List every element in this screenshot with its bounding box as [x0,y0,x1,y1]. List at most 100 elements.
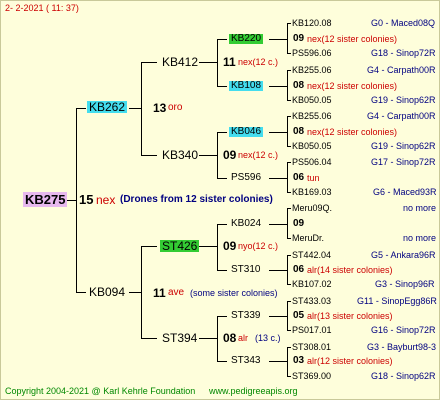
g1-kb094-num: 11 [153,286,166,300]
g2-queen-st426[interactable]: ST426 [160,240,200,252]
connector [287,116,291,117]
g4-st433-03-code: G11 - SinopEgg86R [357,296,437,306]
root-generation-number: 15 [79,192,94,207]
g3-queen-st310[interactable]: ST310 [231,265,260,275]
g2-kb340-mating: nex(12 c.) [238,150,279,160]
g4-queen-st442-04[interactable]: ST442.04 [292,251,331,260]
g4-queen-kb255-06[interactable]: KB255.06 [292,66,332,75]
connector [269,178,287,179]
connector [269,86,287,87]
connector [76,108,77,292]
connector [76,108,86,109]
g3-queen-kb046[interactable]: KB046 [229,127,264,137]
connector [199,246,217,247]
connector [199,338,217,339]
g4-kb255-06-code: G4 - Carpath00R [367,65,436,75]
g2-kb412-num: 11 [223,55,236,69]
g3-st339-mating: alr(13 sister colonies) [307,311,393,321]
g4-ps596-06-code: G18 - Sinop72R [371,48,436,58]
g1-queen-kb262[interactable]: KB262 [87,101,128,113]
g1-kb262-num: 13 [153,101,167,115]
connector [141,246,142,338]
g4-kb050-05-code: G19 - Sinop62R [371,95,436,105]
g4-queen-st369-00[interactable]: ST369.00 [292,372,331,381]
connector [217,132,218,178]
g1-kb094-mating: ave [168,287,185,298]
g4-queen-merudr[interactable]: MeruDr. [292,234,324,243]
connector [199,155,217,156]
g4-queen-st433-03[interactable]: ST433.03 [292,297,331,306]
g2-kb340-num: 09 [223,148,237,162]
g4-queen-ps017-01[interactable]: PS017.01 [292,326,332,335]
g4-queen-st308-01[interactable]: ST308.01 [292,343,331,352]
connector [287,238,291,239]
g4-kb169-03-code: G6 - Maced93R [373,187,437,197]
g4-queen-kb255-06-b[interactable]: KB255.06 [292,112,332,121]
g3-kb024-num: 09 [293,218,305,229]
g1-queen-kb094[interactable]: KB094 [89,286,125,298]
connector [141,62,157,63]
g4-st442-04-code: G5 - Ankara96R [371,250,436,260]
g2-queen-kb340[interactable]: KB340 [162,149,198,161]
g4-kb107-02-code: G3 - Sinop96R [375,279,435,289]
root-queen-name[interactable]: KB275 [23,192,68,207]
g4-queen-kb120-08[interactable]: KB120.08 [292,19,332,28]
connector [287,208,291,209]
g2-queen-st394[interactable]: ST394 [162,332,197,344]
connector [129,108,141,109]
g4-ps506-04-code: G17 - Sinop72R [371,157,436,167]
g3-queen-st339[interactable]: ST339 [231,311,260,321]
connector [269,39,287,40]
connector [287,347,288,376]
connector [141,338,157,339]
connector [287,23,291,24]
g4-queen-ps596-06[interactable]: PS596.06 [292,49,332,58]
g2-st426-mating: nyo(12 c.) [238,241,279,251]
connector [217,39,227,40]
g3-queen-ps596[interactable]: PS596 [231,173,261,183]
connector [269,132,287,133]
g4-st369-00-code: G18 - Sinop62R [371,371,436,381]
g4-kb255-06-b-code: G4 - Carpath00R [367,111,436,121]
root-mating-note: (Drones from 12 sister colonies) [120,194,273,205]
connector [217,178,227,179]
pedigree-chart: 2- 2-2021 ( 11: 37) KB275 15 nex (Drones… [0,0,440,400]
g3-st343-num: 03 [293,355,305,366]
g3-queen-st343[interactable]: ST343 [231,356,260,366]
g1-kb094-note: (some sister colonies) [190,288,278,298]
connector [287,146,291,147]
connector [287,53,291,54]
g4-queen-ps506-04[interactable]: PS506.04 [292,158,332,167]
website-link[interactable]: www.pedigreeapis.org [209,387,298,396]
g4-queen-kb050-05[interactable]: KB050.05 [292,96,332,105]
g4-queen-kb107-02[interactable]: KB107.02 [292,280,332,289]
connector [287,255,288,284]
g3-queen-kb108[interactable]: KB108 [229,81,264,91]
connector [287,208,288,238]
g3-kb046-mating: nex(12 sister colonies) [307,127,398,137]
connector [76,292,86,293]
connector [217,270,227,271]
g3-kb220-num: 09 [293,33,305,44]
g2-st394-num: 08 [223,331,237,345]
connector [287,116,288,146]
g2-queen-kb412[interactable]: KB412 [162,56,198,68]
g2-st394-mating: alr [238,333,249,343]
connector [217,39,218,86]
g4-queen-kb050-05-b[interactable]: KB050.05 [292,142,332,151]
g4-queen-meru09q[interactable]: Meru09Q. [292,204,332,213]
connector [217,316,227,317]
g3-queen-kb220[interactable]: KB220 [229,34,264,44]
g3-st310-num: 06 [293,264,305,275]
connector [269,316,287,317]
root-mating-type: nex [96,193,116,207]
connector [217,132,227,133]
connector [287,347,291,348]
g4-queen-kb169-03[interactable]: KB169.03 [292,188,332,197]
connector [287,70,288,100]
g3-kb046-num: 08 [293,126,305,137]
g3-queen-kb024[interactable]: KB024 [231,219,261,229]
date-stamp: 2- 2-2021 ( 11: 37) [5,3,79,13]
connector [287,162,288,192]
g4-st308-01-code: G3 - Bayburt98-3 [367,342,437,352]
